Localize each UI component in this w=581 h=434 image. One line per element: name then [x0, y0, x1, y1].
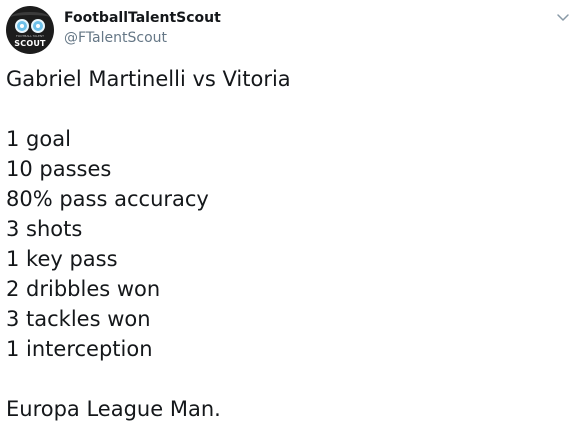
stat-line: 1 goal	[6, 127, 71, 151]
tweet-text: Gabriel Martinelli vs Vitoria 1 goal 10 …	[6, 64, 571, 424]
avatar-scout-text: SCOUT	[14, 39, 46, 48]
tweet-card: FOOTBALL TALENT SCOUT FootballTalentScou…	[0, 0, 581, 434]
stat-line: 3 tackles won	[6, 307, 151, 331]
stat-line: 1 key pass	[6, 247, 118, 271]
stat-line: 2 dribbles won	[6, 277, 161, 301]
avatar-eye-right	[31, 19, 45, 33]
avatar-small-text: FOOTBALL TALENT	[16, 34, 44, 38]
chevron-down-icon[interactable]	[556, 12, 570, 22]
tweet-closing-line: Europa League Man.	[6, 397, 221, 421]
author-handle[interactable]: @FTalentScout	[64, 30, 167, 46]
tweet-title-line: Gabriel Martinelli vs Vitoria	[6, 67, 291, 91]
stat-line: 80% pass accuracy	[6, 187, 209, 211]
author-display-name[interactable]: FootballTalentScout	[64, 10, 221, 26]
avatar-eye-left	[15, 19, 29, 33]
avatar[interactable]: FOOTBALL TALENT SCOUT	[6, 6, 54, 54]
stat-line: 3 shots	[6, 217, 83, 241]
stat-line: 1 interception	[6, 337, 153, 361]
stat-line: 10 passes	[6, 157, 112, 181]
